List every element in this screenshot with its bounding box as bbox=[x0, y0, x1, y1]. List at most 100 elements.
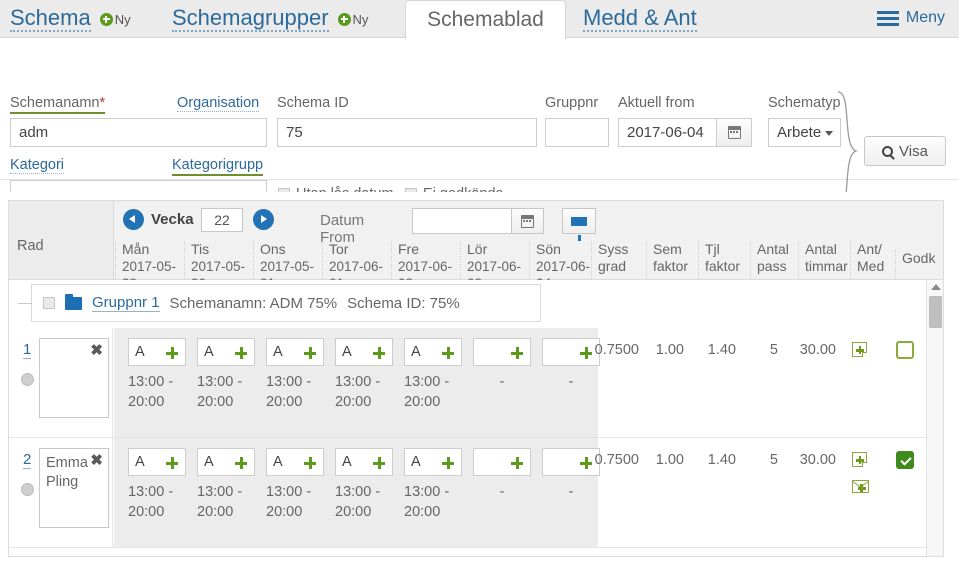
nav-tab-schemagrupper[interactable]: Schemagrupper Ny bbox=[172, 0, 368, 38]
nav-tab-schemablad[interactable]: Schemablad bbox=[405, 0, 566, 39]
remove-employee-button[interactable]: ✖ bbox=[90, 343, 103, 358]
menu-button[interactable]: Meny bbox=[876, 9, 945, 27]
shift-time-son: - bbox=[568, 374, 574, 390]
vertical-scrollbar[interactable] bbox=[926, 280, 943, 556]
shift-code: A bbox=[342, 454, 352, 470]
godk-checkbox[interactable] bbox=[896, 451, 914, 469]
shift-code: A bbox=[135, 454, 145, 470]
visa-search-button[interactable]: Visa bbox=[864, 136, 946, 166]
row-number-link[interactable]: 1 bbox=[23, 341, 32, 359]
aktuell-from-input[interactable] bbox=[618, 118, 717, 147]
plus-icon[interactable] bbox=[511, 457, 523, 469]
label-kategori[interactable]: Kategori bbox=[10, 157, 65, 174]
shift-cell-fre[interactable]: A bbox=[404, 338, 462, 366]
previous-week-button[interactable] bbox=[123, 209, 144, 230]
filter-funnel-icon bbox=[571, 216, 587, 241]
plus-icon[interactable] bbox=[304, 457, 316, 469]
plus-icon[interactable] bbox=[442, 457, 454, 469]
nav-tab-schemagrupper-label[interactable]: Schemagrupper bbox=[172, 6, 329, 32]
schema-id-input[interactable] bbox=[277, 118, 537, 147]
group-row-link[interactable]: Gruppnr 1 bbox=[92, 294, 160, 312]
day-name: Sön bbox=[536, 241, 561, 257]
schemanamn-input[interactable] bbox=[10, 118, 267, 147]
day-name: Tis bbox=[191, 241, 210, 257]
scrollbar-thumb[interactable] bbox=[929, 296, 942, 328]
employee-name-box[interactable]: ✖ bbox=[39, 338, 109, 418]
label-organisation[interactable]: Organisation bbox=[177, 95, 260, 112]
shift-cell-tis[interactable]: A bbox=[197, 448, 255, 476]
nav-new-schema-label: Ny bbox=[114, 11, 131, 27]
remove-employee-button[interactable]: ✖ bbox=[90, 453, 103, 468]
nav-new-schemagrupper-button[interactable]: Ny bbox=[337, 12, 368, 27]
shift-time-fre: 13:00 - 20:00 bbox=[404, 484, 450, 520]
rad-header-cell: Rad bbox=[9, 201, 114, 279]
visa-button-label: Visa bbox=[899, 142, 928, 160]
row-left-cell: 1 ✖ bbox=[17, 328, 113, 437]
shift-time-son: - bbox=[568, 484, 574, 500]
add-note-icon[interactable] bbox=[852, 452, 867, 467]
shift-cell-lor[interactable] bbox=[473, 338, 531, 366]
shift-time-ons: 13:00 - 20:00 bbox=[266, 374, 312, 410]
datum-from-input[interactable] bbox=[412, 208, 512, 234]
nav-new-schema-button[interactable]: Ny bbox=[99, 11, 131, 27]
cell-antal-pass: 5 bbox=[769, 452, 778, 468]
shift-code: A bbox=[273, 344, 283, 360]
next-week-button[interactable] bbox=[253, 209, 274, 230]
shift-cell-man[interactable]: A bbox=[128, 338, 186, 366]
nav-tab-schema[interactable]: Schema Ny bbox=[10, 0, 131, 38]
row-select-radio[interactable] bbox=[21, 373, 34, 386]
shift-code: A bbox=[411, 344, 421, 360]
label-kategorigrupp[interactable]: Kategorigrupp bbox=[172, 157, 264, 176]
shift-cell-man[interactable]: A bbox=[128, 448, 186, 476]
shift-cell-fre[interactable]: A bbox=[404, 448, 462, 476]
search-filter-panel: Schemanamn* Organisation Schema ID Grupp… bbox=[0, 39, 959, 211]
cell-tjl-faktor: 1.40 bbox=[707, 452, 736, 468]
shift-time-ons: 13:00 - 20:00 bbox=[266, 484, 312, 520]
col-header-tjl-faktor: Tjl faktor bbox=[698, 241, 750, 279]
shift-cell-tor[interactable]: A bbox=[335, 338, 393, 366]
table-row: 1 ✖ A 13:00 - 20:00 A 13:00 - 20:00 A 13… bbox=[9, 328, 943, 438]
plus-icon[interactable] bbox=[373, 457, 385, 469]
group-row-schema-id: Schema ID: 75% bbox=[347, 294, 460, 312]
shift-cell-ons[interactable]: A bbox=[266, 338, 324, 366]
add-note-icon[interactable] bbox=[852, 342, 867, 357]
shift-cell-tis[interactable]: A bbox=[197, 338, 255, 366]
plus-icon[interactable] bbox=[511, 347, 523, 359]
filter-button[interactable] bbox=[562, 208, 596, 241]
godk-checkbox[interactable] bbox=[896, 341, 914, 359]
plus-icon[interactable] bbox=[166, 457, 178, 469]
week-number-input[interactable]: 22 bbox=[201, 208, 243, 232]
shift-cell-ons[interactable]: A bbox=[266, 448, 324, 476]
schematyp-value: Arbete bbox=[777, 124, 822, 141]
col-header-antal-pass: Antal pass bbox=[750, 241, 798, 279]
aktuell-from-calendar-button[interactable] bbox=[717, 118, 752, 147]
nav-tab-medd-ant[interactable]: Medd & Ant bbox=[583, 0, 697, 38]
cell-syss-grad: 0.7500 bbox=[594, 342, 639, 358]
schematyp-select[interactable]: Arbete bbox=[768, 118, 841, 147]
group-row-checkbox[interactable] bbox=[43, 297, 55, 309]
shift-cell-tor[interactable]: A bbox=[335, 448, 393, 476]
plus-icon[interactable] bbox=[442, 347, 454, 359]
shift-cell-lor[interactable] bbox=[473, 448, 531, 476]
group-row[interactable]: Gruppnr 1 Schemanamn: ADM 75% Schema ID:… bbox=[18, 284, 541, 322]
scroll-up-arrow-icon[interactable] bbox=[931, 284, 941, 290]
shift-time-man: 13:00 - 20:00 bbox=[128, 374, 174, 410]
row-number-link[interactable]: 2 bbox=[23, 451, 32, 469]
plus-icon[interactable] bbox=[373, 347, 385, 359]
row-select-radio[interactable] bbox=[21, 483, 34, 496]
table-row: 2 Emma Pling ✖ A 13:00 - 20:00 A 13:00 -… bbox=[9, 438, 943, 548]
plus-icon[interactable] bbox=[304, 347, 316, 359]
plus-icon[interactable] bbox=[235, 347, 247, 359]
label-aktuell-from: Aktuell from bbox=[618, 95, 695, 111]
cell-sem-faktor: 1.00 bbox=[655, 452, 684, 468]
plus-icon[interactable] bbox=[235, 457, 247, 469]
nav-tab-medd-ant-label[interactable]: Medd & Ant bbox=[583, 6, 697, 32]
plus-icon[interactable] bbox=[166, 347, 178, 359]
datum-from-calendar-button[interactable] bbox=[511, 208, 544, 234]
shift-code: A bbox=[204, 454, 214, 470]
gruppnr-input[interactable] bbox=[545, 118, 609, 147]
add-message-icon[interactable] bbox=[852, 480, 869, 493]
nav-tab-schema-label[interactable]: Schema bbox=[10, 6, 91, 32]
rad-header-label: Rad bbox=[17, 238, 44, 254]
employee-name-box[interactable]: Emma Pling ✖ bbox=[39, 448, 109, 528]
